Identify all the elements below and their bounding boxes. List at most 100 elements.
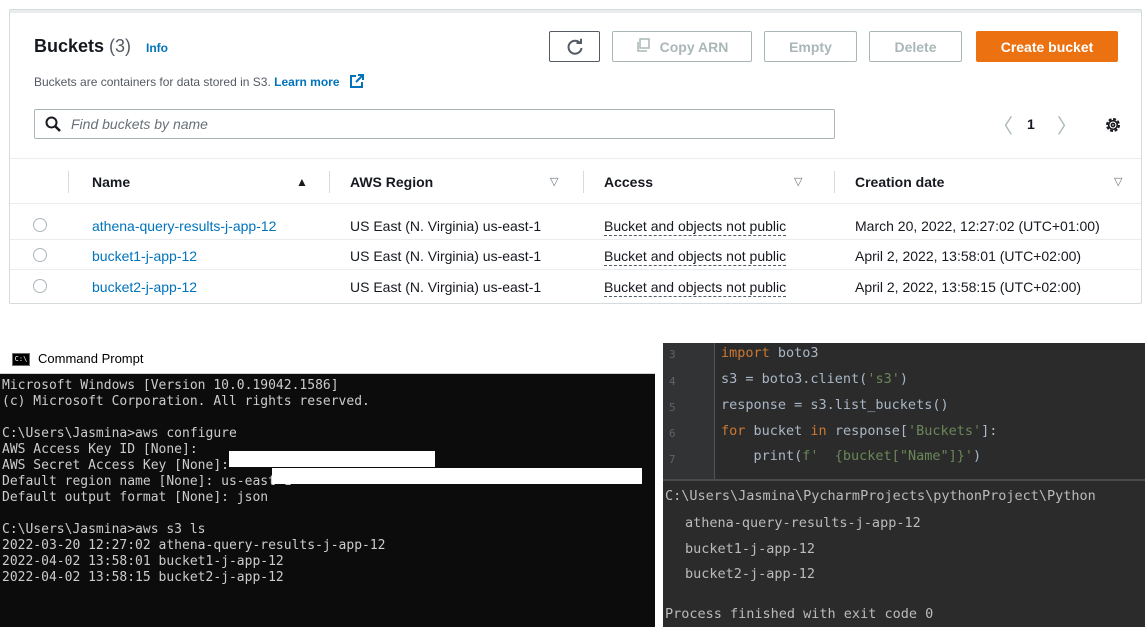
bucket-created: April 2, 2022, 13:58:01 (UTC+02:00) bbox=[855, 248, 1082, 264]
sort-icon[interactable]: ▽ bbox=[794, 175, 802, 188]
table-row[interactable]: athena-query-results-j-app-12 US East (N… bbox=[10, 211, 1141, 240]
terminal-line: C:\Users\Jasmina>aws configure bbox=[2, 426, 237, 441]
table-row[interactable]: bucket2-j-app-12 US East (N. Virginia) u… bbox=[10, 272, 1141, 301]
terminal-line: 2022-04-02 13:58:15 bucket2-j-app-12 bbox=[2, 570, 284, 585]
run-command: C:\Users\Jasmina\PycharmProjects\pythonP… bbox=[665, 488, 1096, 504]
column-header-name[interactable]: Name bbox=[92, 174, 130, 190]
run-output-line: athena-query-results-j-app-12 bbox=[685, 515, 921, 531]
row-radio[interactable] bbox=[33, 248, 47, 262]
keyword: import bbox=[721, 345, 770, 361]
code-text: ) bbox=[899, 371, 908, 387]
code-text: response[ bbox=[826, 423, 908, 439]
run-panel-divider bbox=[663, 479, 1145, 481]
column-header-access[interactable]: Access bbox=[604, 174, 653, 190]
column-divider bbox=[329, 171, 330, 193]
string-literal: f' {bucket["Name"]}' bbox=[802, 448, 973, 464]
page-title: Buckets (3) bbox=[34, 36, 131, 57]
command-prompt-window: C:\ Command Prompt Microsoft Windows [Ve… bbox=[0, 343, 655, 627]
refresh-icon bbox=[567, 38, 582, 55]
code-line[interactable]: for bucket in response['Buckets']: bbox=[721, 423, 997, 439]
window-title-bar[interactable]: C:\ Command Prompt bbox=[0, 343, 655, 374]
row-radio[interactable] bbox=[33, 218, 47, 232]
panel-top-border bbox=[10, 10, 1141, 13]
description-text: Buckets are containers for data stored i… bbox=[34, 75, 271, 89]
search-icon bbox=[45, 116, 61, 132]
column-header-created[interactable]: Creation date bbox=[855, 174, 944, 190]
empty-button[interactable]: Empty bbox=[764, 31, 857, 62]
code-line[interactable]: print(f' {bucket["Name"]}') bbox=[721, 448, 982, 464]
learn-more-link[interactable]: Learn more bbox=[274, 75, 339, 89]
exit-message: Process finished with exit code 0 bbox=[665, 606, 934, 622]
string-literal: 's3' bbox=[867, 371, 900, 387]
copy-arn-label: Copy ARN bbox=[659, 38, 729, 55]
keyword: in bbox=[810, 423, 827, 439]
gutter-divider bbox=[714, 343, 715, 479]
code-text: response = s3.list_buckets() bbox=[721, 397, 949, 413]
buckets-description: Buckets are containers for data stored i… bbox=[34, 74, 364, 92]
code-text: ) bbox=[972, 448, 982, 464]
refresh-button[interactable] bbox=[549, 31, 600, 62]
bucket-access[interactable]: Bucket and objects not public bbox=[604, 279, 787, 297]
delete-button[interactable]: Delete bbox=[869, 31, 962, 62]
code-text: ]: bbox=[981, 423, 998, 439]
sort-icon[interactable]: ▽ bbox=[550, 175, 558, 188]
code-line[interactable]: import boto3 bbox=[721, 345, 819, 361]
external-link-icon[interactable] bbox=[349, 74, 364, 92]
column-divider bbox=[68, 171, 69, 193]
sort-ascending-icon[interactable]: ▲ bbox=[296, 175, 308, 189]
redacted-access-key bbox=[229, 451, 435, 467]
string-literal: 'Buckets' bbox=[907, 423, 982, 439]
terminal-line: (c) Microsoft Corporation. All rights re… bbox=[2, 394, 370, 409]
line-number: 3 bbox=[669, 348, 676, 361]
bucket-region: US East (N. Virginia) us-east-1 bbox=[350, 279, 542, 295]
terminal-line: C:\Users\Jasmina>aws s3 ls bbox=[2, 522, 206, 537]
prev-page-icon[interactable]: 〈 bbox=[993, 110, 1013, 139]
terminal-line: 2022-03-20 12:27:02 athena-query-results… bbox=[2, 538, 386, 553]
terminal-line: Microsoft Windows [Version 10.0.19042.15… bbox=[2, 378, 339, 393]
column-divider bbox=[834, 171, 835, 193]
cmd-icon: C:\ bbox=[12, 353, 30, 366]
code-line[interactable]: s3 = boto3.client('s3') bbox=[721, 371, 908, 387]
redacted-secret-key bbox=[272, 468, 642, 484]
bucket-count: (3) bbox=[109, 36, 132, 56]
bucket-created: April 2, 2022, 13:58:15 (UTC+02:00) bbox=[855, 279, 1082, 295]
row-radio[interactable] bbox=[33, 279, 47, 293]
page-number[interactable]: 1 bbox=[1027, 116, 1035, 132]
bucket-access[interactable]: Bucket and objects not public bbox=[604, 218, 787, 236]
bucket-name-link[interactable]: bucket2-j-app-12 bbox=[92, 279, 197, 295]
keyword: for bbox=[721, 423, 746, 439]
s3-buckets-panel: Buckets (3) Info Buckets are containers … bbox=[9, 9, 1142, 304]
column-header-region[interactable]: AWS Region bbox=[350, 174, 433, 190]
bucket-name-link[interactable]: bucket1-j-app-12 bbox=[92, 248, 197, 264]
sort-icon[interactable]: ▽ bbox=[1114, 175, 1122, 188]
terminal-line: Default output format [None]: json bbox=[2, 490, 269, 505]
table-row[interactable]: bucket1-j-app-12 US East (N. Virginia) u… bbox=[10, 241, 1141, 270]
search-placeholder: Find buckets by name bbox=[71, 116, 208, 132]
code-text: print( bbox=[721, 448, 803, 464]
next-page-icon[interactable]: 〉 bbox=[1057, 110, 1077, 139]
create-bucket-button[interactable]: Create bucket bbox=[976, 31, 1118, 62]
run-output-line: bucket2-j-app-12 bbox=[685, 566, 816, 582]
copy-icon bbox=[636, 38, 650, 55]
gear-icon[interactable] bbox=[1104, 116, 1122, 134]
bucket-created: March 20, 2022, 12:27:02 (UTC+01:00) bbox=[855, 218, 1100, 234]
bucket-region: US East (N. Virginia) us-east-1 bbox=[350, 248, 542, 264]
code-line[interactable]: response = s3.list_buckets() bbox=[721, 397, 949, 413]
bucket-access[interactable]: Bucket and objects not public bbox=[604, 248, 787, 266]
column-divider bbox=[583, 171, 584, 193]
line-number: 6 bbox=[669, 427, 676, 440]
bucket-name-link[interactable]: athena-query-results-j-app-12 bbox=[92, 218, 276, 234]
window-title: Command Prompt bbox=[38, 351, 144, 366]
run-output-line: bucket1-j-app-12 bbox=[685, 541, 816, 557]
line-number: 5 bbox=[669, 401, 676, 414]
pycharm-editor: 3 4 5 6 7 import boto3 s3 = boto3.client… bbox=[663, 343, 1145, 627]
copy-arn-button[interactable]: Copy ARN bbox=[612, 31, 752, 62]
search-input[interactable]: Find buckets by name bbox=[34, 109, 835, 139]
terminal-line: 2022-04-02 13:58:01 bucket1-j-app-12 bbox=[2, 554, 284, 569]
code-text: s3 = boto3.client( bbox=[721, 371, 868, 387]
table-header: Name ▲ AWS Region ▽ Access ▽ Creation da… bbox=[10, 158, 1141, 204]
info-link[interactable]: Info bbox=[146, 41, 168, 55]
line-number: 7 bbox=[669, 453, 676, 466]
